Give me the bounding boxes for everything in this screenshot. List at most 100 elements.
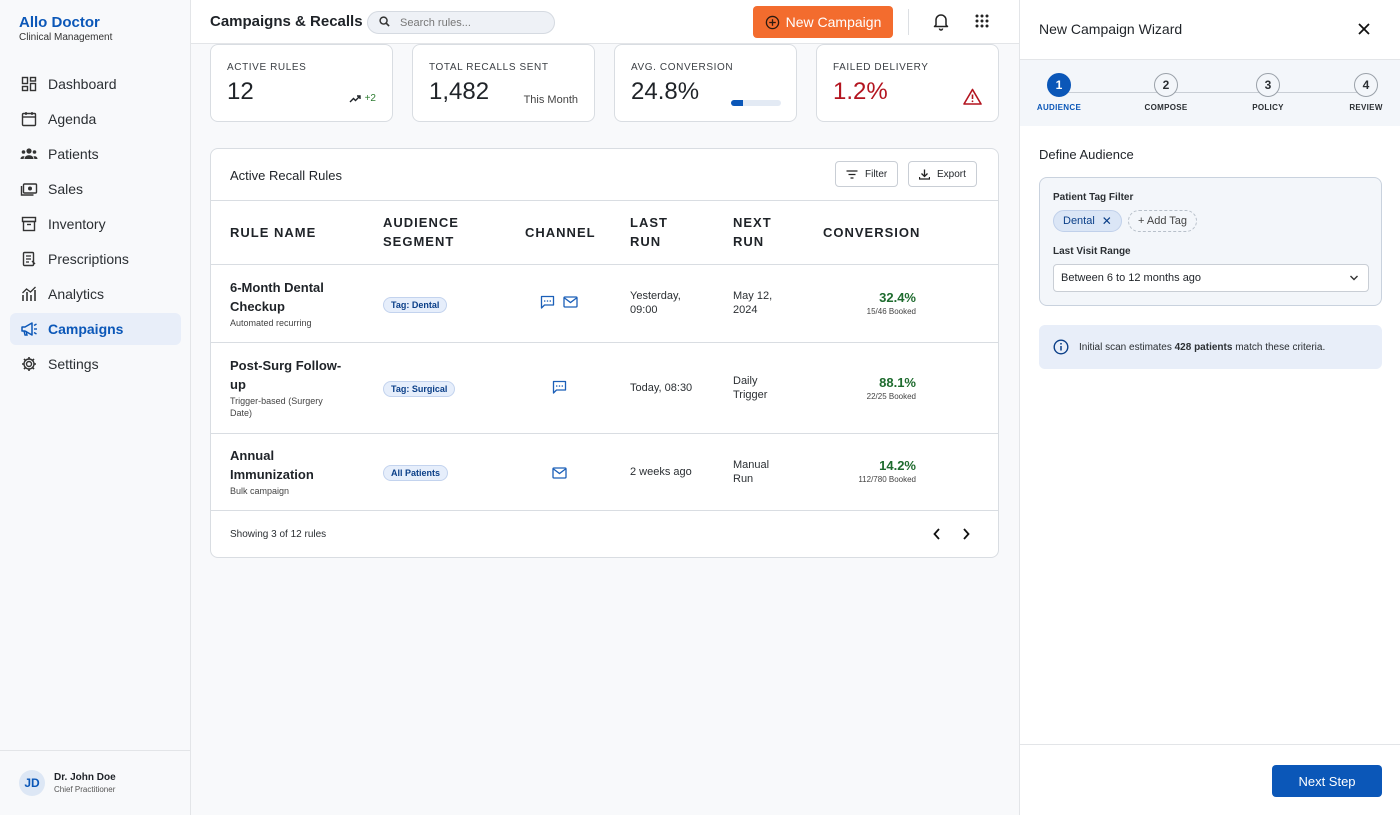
rule-name: Post-Surg Follow-up bbox=[230, 358, 342, 392]
export-button[interactable]: Export bbox=[908, 161, 977, 187]
column-header[interactable]: CHANNEL bbox=[525, 223, 596, 242]
bell-icon[interactable] bbox=[932, 12, 950, 36]
nav-label: Campaigns bbox=[48, 321, 124, 337]
nav-item-inventory[interactable]: Inventory bbox=[10, 208, 181, 240]
kpi-value: 24.8% bbox=[631, 78, 700, 105]
new-campaign-button[interactable]: New Campaign bbox=[753, 6, 893, 38]
nav-item-analytics[interactable]: Analytics bbox=[10, 278, 181, 310]
kpi-note: This Month bbox=[523, 94, 578, 106]
sms-icon bbox=[552, 380, 567, 399]
campaign-icon bbox=[20, 320, 38, 338]
step-number: 1 bbox=[1047, 73, 1071, 97]
progress-fill bbox=[731, 100, 744, 106]
wizard-title: New Campaign Wizard bbox=[1039, 21, 1183, 37]
search-icon bbox=[379, 14, 390, 32]
nav-item-agenda[interactable]: Agenda bbox=[10, 103, 181, 135]
brand: Allo Doctor Clinical Management bbox=[19, 14, 112, 44]
kpi-label: ACTIVE RULES bbox=[227, 62, 307, 73]
pagination-summary: Showing 3 of 12 rules bbox=[230, 529, 327, 540]
table-row[interactable]: Post-Surg Follow-up Trigger-based (Surge… bbox=[211, 343, 998, 434]
step-number: 4 bbox=[1354, 73, 1378, 97]
last-run: Today, 08:30 bbox=[630, 382, 693, 394]
chevron-down-icon bbox=[1349, 273, 1359, 285]
column-header[interactable]: AUDIENCE SEGMENT bbox=[383, 213, 473, 251]
nav-item-patients[interactable]: Patients bbox=[10, 138, 181, 170]
nav-item-campaigns[interactable]: Campaigns bbox=[10, 313, 181, 345]
nav-label: Prescriptions bbox=[48, 251, 129, 267]
user-profile[interactable]: JD Dr. John Doe Chief Practitioner bbox=[0, 750, 190, 815]
table-row[interactable]: Annual Immunization Bulk campaign All Pa… bbox=[211, 434, 998, 511]
topbar: Campaigns & Recalls New Campaign bbox=[191, 0, 1019, 44]
wizard-stepper: 1 AUDIENCE 2 COMPOSE 3 POLICY 4 REVIEW bbox=[1020, 59, 1400, 126]
audience-filter-box: Patient Tag Filter Dental ✕ + Add Tag La… bbox=[1039, 177, 1382, 306]
nav-label: Inventory bbox=[48, 216, 106, 232]
filter-label: Filter bbox=[865, 168, 888, 180]
next-run: May 12, 2024 bbox=[733, 290, 773, 316]
table-title: Active Recall Rules bbox=[230, 168, 342, 183]
next-run: Manual Run bbox=[733, 459, 770, 485]
column-header[interactable]: CONVERSION bbox=[823, 223, 920, 242]
nav-label: Dashboard bbox=[48, 76, 117, 92]
estimate-prefix: Initial scan estimates bbox=[1079, 341, 1172, 353]
add-tag-button[interactable]: + Add Tag bbox=[1128, 210, 1198, 232]
new-campaign-label: New Campaign bbox=[785, 14, 882, 30]
column-header[interactable]: NEXT RUN bbox=[733, 213, 783, 251]
archive-icon bbox=[20, 215, 38, 233]
tag-filter-label: Patient Tag Filter bbox=[1053, 192, 1134, 203]
step-label: AUDIENCE bbox=[1036, 103, 1082, 112]
section-title: Define Audience bbox=[1039, 147, 1134, 162]
segment-badge: Tag: Dental bbox=[383, 297, 448, 313]
gear-icon bbox=[20, 355, 38, 373]
last-run: Yesterday, 09:00 bbox=[630, 290, 681, 316]
column-header[interactable]: RULE NAME bbox=[230, 223, 316, 242]
conversion-rate: 88.1% bbox=[879, 375, 916, 390]
kpi-value: 1,482 bbox=[429, 78, 490, 105]
nav-item-settings[interactable]: Settings bbox=[10, 348, 181, 380]
conversion-cell: 14.2% 112/780 Booked bbox=[858, 458, 916, 485]
column-header[interactable]: LAST RUN bbox=[630, 213, 680, 251]
next-step-button[interactable]: Next Step bbox=[1272, 765, 1382, 797]
conversion-cell: 88.1% 22/25 Booked bbox=[867, 375, 916, 402]
wizard-footer: Next Step bbox=[1020, 744, 1400, 815]
remove-tag-icon[interactable]: ✕ bbox=[1102, 214, 1112, 228]
table-row[interactable]: 6-Month Dental Checkup Automated recurri… bbox=[211, 265, 998, 343]
step-label: POLICY bbox=[1252, 103, 1284, 112]
export-label: Export bbox=[937, 168, 966, 180]
step-policy[interactable]: 3 POLICY bbox=[1238, 73, 1298, 112]
step-label: REVIEW bbox=[1349, 103, 1383, 112]
step-audience[interactable]: 1 AUDIENCE bbox=[1029, 73, 1089, 112]
estimate-count: 428 patients bbox=[1174, 341, 1233, 353]
prescription-icon bbox=[20, 250, 38, 268]
search-box[interactable] bbox=[367, 11, 555, 34]
step-review[interactable]: 4 REVIEW bbox=[1336, 73, 1396, 112]
step-compose[interactable]: 2 COMPOSE bbox=[1136, 73, 1196, 112]
nav-label: Agenda bbox=[48, 111, 97, 127]
booked-count: 15/46 Booked bbox=[866, 307, 916, 316]
email-icon bbox=[552, 466, 567, 484]
nav-item-sales[interactable]: Sales bbox=[10, 173, 181, 205]
conversion-progress-bar bbox=[731, 100, 781, 106]
audience-estimate-banner: Initial scan estimates 428 patients matc… bbox=[1039, 325, 1382, 369]
analytics-icon bbox=[20, 285, 38, 303]
email-icon bbox=[563, 295, 578, 314]
kpi-avg-conversion: AVG. CONVERSION 24.8% bbox=[614, 44, 797, 122]
rule-description: Trigger-based (Surgery Date) bbox=[230, 396, 323, 418]
chevron-right-icon[interactable] bbox=[961, 527, 971, 546]
filter-button[interactable]: Filter bbox=[835, 161, 899, 187]
apps-grid-icon[interactable] bbox=[974, 13, 990, 34]
search-input[interactable] bbox=[400, 16, 540, 29]
stepper-line bbox=[1060, 92, 1370, 93]
channel-icons bbox=[552, 466, 567, 484]
nav-label: Patients bbox=[48, 146, 99, 162]
last-run: 2 weeks ago bbox=[630, 466, 692, 478]
visit-range-select[interactable]: Between 6 to 12 months ago bbox=[1053, 264, 1369, 292]
kpi-label: AVG. CONVERSION bbox=[631, 62, 734, 73]
close-icon[interactable] bbox=[1357, 22, 1371, 41]
nav-item-dashboard[interactable]: Dashboard bbox=[10, 68, 181, 100]
estimate-suffix: match these criteria. bbox=[1235, 341, 1326, 353]
chevron-left-icon[interactable] bbox=[932, 527, 942, 546]
nav-item-prescriptions[interactable]: Prescriptions bbox=[10, 243, 181, 275]
kpi-label: FAILED DELIVERY bbox=[833, 62, 929, 73]
kpi-active-rules: ACTIVE RULES 12 +2 bbox=[210, 44, 393, 122]
tag-chip[interactable]: Dental ✕ bbox=[1053, 210, 1122, 232]
